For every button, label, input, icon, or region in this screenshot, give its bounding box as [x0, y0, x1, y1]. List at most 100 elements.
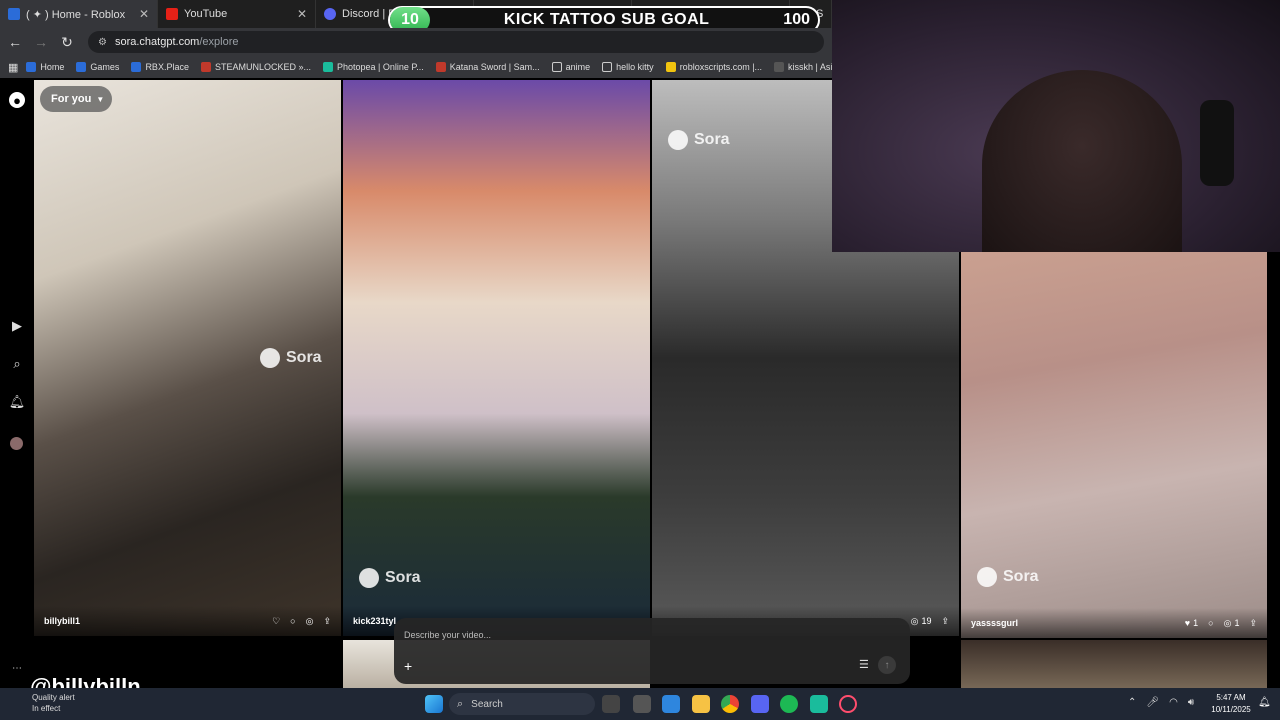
photopea-icon	[323, 62, 333, 72]
share-button[interactable]: ⇪	[323, 616, 331, 627]
comment-button[interactable]: ○	[290, 616, 295, 626]
mouse-app-icon[interactable]	[633, 695, 651, 713]
remix-button[interactable]: ◎ 1	[1224, 618, 1240, 629]
tab-title: YouTube	[184, 8, 228, 20]
windows-start-icon[interactable]	[425, 695, 443, 713]
feed-filter-dropdown[interactable]: For you ▼	[40, 86, 112, 112]
bookmark-label: anime	[565, 62, 591, 72]
chrome-icon[interactable]	[721, 695, 739, 713]
comment-icon: ○	[1208, 618, 1214, 628]
game-app-icon[interactable]	[810, 695, 828, 713]
bookmark-kisskh[interactable]: kisskh | Asian Dram...	[774, 62, 832, 72]
discord-icon[interactable]	[751, 695, 769, 713]
site-info-icon[interactable]: ⚙	[98, 37, 107, 48]
notification-bell-icon[interactable]: 🔔︎	[9, 394, 26, 410]
bookmark-games[interactable]: Games	[76, 62, 119, 72]
kisskh-icon	[774, 62, 785, 72]
taskbar: Quality alert In effect ⌕ Search ⌃ 🎤︎ ◠ …	[0, 688, 1280, 720]
tile-username[interactable]: yassssgurl	[971, 618, 1175, 628]
quality-alert-widget[interactable]: Quality alert In effect	[32, 692, 75, 714]
bookmark-folder-hello-kitty[interactable]: hello kitty	[602, 62, 654, 72]
microphone-tray-icon[interactable]: 🎤︎	[1146, 697, 1159, 708]
remix-count: 19	[921, 616, 932, 626]
katana-site-icon	[435, 62, 446, 72]
video-tile-1[interactable]: Sora billybill1 ♡ ○ ◎ ⇪	[34, 80, 341, 636]
forward-arrow-icon[interactable]: →	[30, 31, 52, 53]
remix-button[interactable]: ◎	[306, 616, 314, 627]
prompt-input[interactable]: Describe your video...	[404, 630, 491, 640]
prompt-composer[interactable]: Describe your video... + ☰ ↑	[394, 618, 910, 684]
notification-bell-icon[interactable]: 🔔︎	[1258, 697, 1271, 708]
feed-filter-label: For you	[51, 93, 92, 105]
reload-icon[interactable]: ↻	[56, 31, 78, 53]
add-attachment-icon[interactable]: +	[404, 658, 412, 674]
remix-count: 1	[1234, 618, 1240, 628]
clock-time: 5:47 AM	[1216, 693, 1246, 702]
explore-play-icon[interactable]: ▶	[9, 318, 25, 334]
bookmark-home[interactable]: Home	[26, 62, 64, 72]
like-button[interactable]: ♥ 1	[1185, 618, 1198, 628]
sora-logo-icon	[260, 348, 280, 368]
sora-logo-icon	[977, 567, 997, 587]
bookmark-rbx-place[interactable]: RBX.Place	[131, 62, 189, 72]
settings-sliders-icon[interactable]: ☰	[859, 658, 869, 671]
watermark-text: Sora	[286, 349, 322, 366]
sora-logo-icon[interactable]: ●	[9, 92, 25, 108]
steamunlocked-icon	[200, 62, 211, 72]
comment-button[interactable]: ○	[1208, 618, 1213, 628]
taskbar-search[interactable]: ⌕ Search	[449, 693, 595, 715]
file-explorer-icon[interactable]	[692, 695, 710, 713]
bookmark-robloxscripts[interactable]: robloxscripts.com |...	[665, 62, 762, 72]
robloxscripts-icon	[665, 62, 676, 72]
task-view-icon[interactable]	[602, 695, 620, 713]
bookmark-steamunlocked[interactable]: STEAMUNLOCKED »...	[200, 62, 311, 72]
bookmark-label: Home	[40, 62, 65, 72]
share-button[interactable]: ⇪	[941, 616, 949, 627]
roblox-favicon-icon	[8, 8, 20, 20]
search-icon: ⌕	[457, 697, 464, 710]
goal-title: KICK TATTOO SUB GOAL	[503, 11, 710, 28]
bookmark-label: Games	[90, 62, 120, 72]
back-arrow-icon[interactable]: ←	[4, 31, 26, 53]
opera-icon[interactable]	[839, 695, 857, 713]
bookmark-label: hello kitty	[616, 62, 654, 72]
comment-icon: ○	[290, 616, 296, 626]
sora-watermark: Sora	[260, 348, 322, 368]
bookmark-folder-anime[interactable]: anime	[551, 62, 591, 72]
sora-watermark: Sora	[977, 567, 1039, 587]
volume-icon[interactable]: 🔊︎	[1188, 697, 1194, 708]
photos-app-icon[interactable]	[662, 695, 680, 713]
bookmark-photopea[interactable]: Photopea | Online P...	[323, 62, 424, 72]
apps-grid-icon[interactable]: ▦	[8, 61, 18, 74]
address-bar-row: ← → ↻ ⚙ sora.chatgpt.com/explore	[0, 28, 832, 56]
quality-alert-title: Quality alert	[32, 693, 75, 702]
bookmark-label: Photopea | Online P...	[337, 62, 424, 72]
taskbar-clock[interactable]: 5:47 AM 10/11/2025	[1206, 692, 1256, 716]
send-arrow-icon[interactable]: ↑	[878, 656, 896, 674]
video-tile-2[interactable]: Sora kick231tyl	[343, 80, 650, 636]
youtube-favicon-icon	[166, 8, 178, 20]
profile-avatar[interactable]	[10, 437, 23, 450]
video-tile-4[interactable]: Sora yassssgurl ♥ 1 ○ ◎ 1 ⇪	[961, 252, 1267, 638]
tab-roblox[interactable]: ( ✦ ) Home - Roblox ✕	[0, 0, 158, 28]
share-button[interactable]: ⇪	[1249, 618, 1257, 629]
url-field[interactable]: ⚙ sora.chatgpt.com/explore	[88, 31, 824, 53]
video-tile-7[interactable]	[961, 640, 1267, 690]
clock-date: 10/11/2025	[1211, 705, 1251, 714]
wifi-icon[interactable]: ◠	[1169, 697, 1178, 708]
watermark-text: Sora	[694, 131, 730, 148]
chevron-up-icon[interactable]: ⌃	[1128, 697, 1136, 708]
more-options-icon[interactable]: ⋯	[9, 660, 25, 676]
streamer-silhouette	[982, 70, 1182, 252]
left-nav: ● ▶ ⌕ 🔔︎ ⋯	[0, 78, 34, 690]
like-button[interactable]: ♡	[272, 616, 280, 627]
share-icon: ⇪	[1249, 617, 1257, 628]
tab-youtube[interactable]: YouTube ✕	[158, 0, 316, 28]
bookmark-katana[interactable]: Katana Sword | Sam...	[435, 62, 540, 72]
close-tab-icon[interactable]: ✕	[297, 7, 307, 21]
close-tab-icon[interactable]: ✕	[139, 7, 149, 21]
tile-username[interactable]: billybill1	[44, 616, 262, 626]
spotify-icon[interactable]	[780, 695, 798, 713]
search-icon[interactable]: ⌕	[9, 356, 25, 372]
remix-button[interactable]: ◎ 19	[911, 616, 932, 627]
